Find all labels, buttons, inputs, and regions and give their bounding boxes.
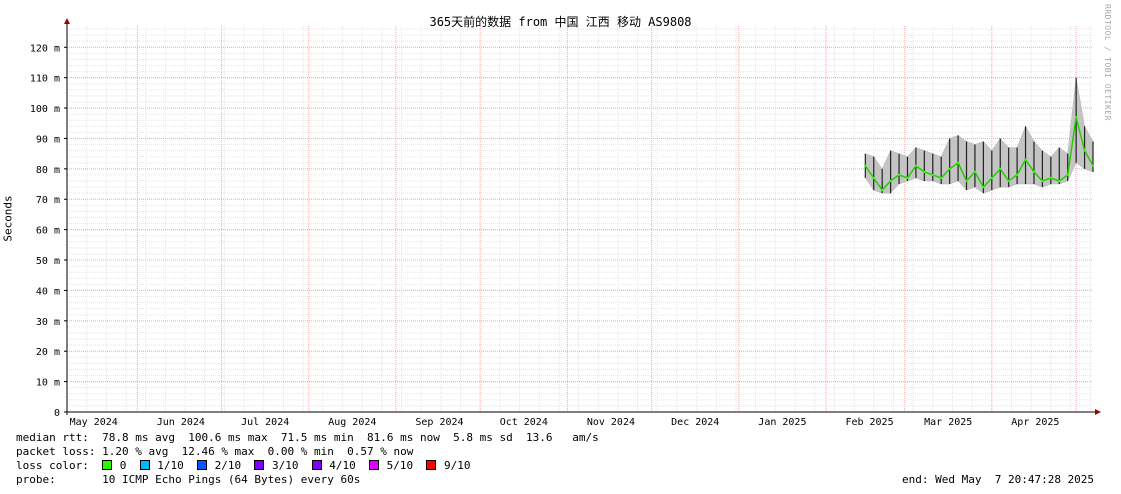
end-timestamp: end: Wed May 7 20:47:28 2025 (902, 473, 1095, 486)
x-tick-label: Sep 2024 (415, 417, 463, 428)
x-axis-arrow (1095, 409, 1101, 415)
y-tick-label: 20 m (36, 347, 60, 358)
loss-color-item: 0 (102, 459, 140, 472)
median-point (990, 176, 994, 180)
loss-color-item: 2/10 (196, 459, 255, 472)
rtt-chart: 0 10 m 20 m 30 m 40 m 50 m 60 m 70 m 80 m 90 m 100… (30, 18, 1101, 428)
loss-color-label-text: 0 (113, 459, 140, 472)
x-tick-label: Dec 2024 (671, 417, 719, 428)
median-point (897, 173, 901, 177)
rtt-label: median rtt: (16, 431, 89, 444)
y-tick-label: 80 m (36, 165, 60, 176)
y-tick-label: 110 m (30, 74, 60, 85)
legend-color-row: loss color: 0 1/10 2/10 3/10 4/10 5/10 9… (16, 459, 484, 472)
median-point (1015, 173, 1019, 177)
loss-color-item: 1/10 (139, 459, 197, 472)
median-point (982, 185, 985, 189)
median-point (948, 167, 951, 171)
y-tick-label: 120 m (30, 43, 60, 54)
median-point (1024, 158, 1027, 161)
median-point (1032, 170, 1036, 174)
median-point (1058, 179, 1061, 183)
y-tick-label: 10 m (36, 378, 60, 389)
median-point (906, 176, 909, 180)
median-point (1007, 179, 1010, 183)
x-tick-label: May 2024 (70, 417, 118, 428)
loss-color-label-text: 3/10 (265, 459, 312, 472)
loss-color-label-text: 2/10 (207, 459, 255, 472)
loss-color-swatch (311, 460, 322, 470)
y-tick-label: 90 m (36, 134, 60, 145)
loss-color-swatch (426, 460, 437, 470)
loss-color-item: 5/10 (369, 459, 426, 472)
median-point (880, 188, 884, 192)
probe-values: 10 ICMP Echo Pings (64 Bytes) every 60s (102, 473, 361, 486)
loss-color-swatch (139, 460, 150, 470)
median-point (1066, 173, 1069, 177)
probe-label: probe: (16, 473, 56, 486)
median-point (1091, 164, 1095, 168)
legend-rtt-row: median rtt: 78.8 ms avg 100.6 ms max 71.… (16, 431, 599, 444)
median-point (889, 179, 892, 183)
median-point (872, 176, 875, 180)
median-point (940, 176, 943, 180)
y-tick-label: 60 m (36, 226, 60, 237)
legend-loss-row: packet loss: 1.20 % avg 12.46 % max 0.00… (16, 445, 413, 458)
median-point (1083, 149, 1086, 152)
loss-color-item: 4/10 (311, 459, 370, 472)
x-tick-label: Jan 2025 (758, 417, 806, 428)
y-tick-label: 100 m (30, 104, 60, 115)
rtt-values: 78.8 ms avg 100.6 ms max 71.5 ms min 81.… (102, 431, 599, 444)
x-tick-label: Mar 2025 (924, 417, 972, 428)
loss-color-swatch (254, 460, 265, 470)
loss-color-swatches: 0 1/10 2/10 3/10 4/10 5/10 9/10 (102, 459, 484, 472)
legend-probe-row: probe: 10 ICMP Echo Pings (64 Bytes) eve… (16, 473, 360, 486)
x-tick-label: Oct 2024 (500, 417, 548, 428)
median-point (931, 173, 934, 177)
median-point (1041, 179, 1044, 183)
median-point (923, 170, 926, 174)
loss-color-label-text: 5/10 (380, 459, 427, 472)
x-tick-label: Feb 2025 (845, 417, 893, 428)
x-tick-label: Jul 2024 (241, 417, 289, 428)
y-tick-label: 70 m (36, 195, 60, 206)
x-tick-label: Apr 2025 (1011, 417, 1059, 428)
loss-color-label: loss color: (16, 459, 89, 472)
loss-color-item: 3/10 (254, 459, 311, 472)
median-point (956, 161, 960, 164)
loss-color-label-text: 9/10 (437, 459, 484, 472)
loss-color-label-text: 4/10 (322, 459, 370, 472)
median-point (973, 170, 977, 174)
y-tick-label: 30 m (36, 317, 60, 328)
median-point (914, 164, 918, 168)
loss-label: packet loss: (16, 445, 96, 458)
y-tick-label: 50 m (36, 256, 60, 267)
x-tick-label: Aug 2024 (328, 417, 376, 428)
median-point (1049, 176, 1053, 180)
loss-color-swatch (196, 460, 207, 470)
median-point (999, 167, 1002, 171)
median-point (1074, 115, 1078, 119)
x-tick-label: Jun 2024 (157, 417, 205, 428)
loss-color-label-text: 1/10 (150, 459, 197, 472)
loss-values: 1.20 % avg 12.46 % max 0.00 % min 0.57 %… (102, 445, 414, 458)
chart-title: 365天前的数据 from 中国 江西 移动 AS9808 (429, 15, 692, 29)
loss-color-swatch (102, 460, 113, 470)
y-tick-label: 40 m (36, 286, 60, 297)
y-tick-label: 0 (54, 408, 60, 419)
rrdtool-credit: RRDTOOL / TOBI OETIKER (1103, 4, 1112, 121)
y-axis-label: Seconds (1, 195, 15, 242)
loss-color-swatch (369, 460, 380, 470)
x-tick-label: Nov 2024 (587, 417, 635, 428)
loss-color-item: 9/10 (426, 459, 483, 472)
median-point (864, 164, 867, 168)
median-point (965, 179, 968, 183)
